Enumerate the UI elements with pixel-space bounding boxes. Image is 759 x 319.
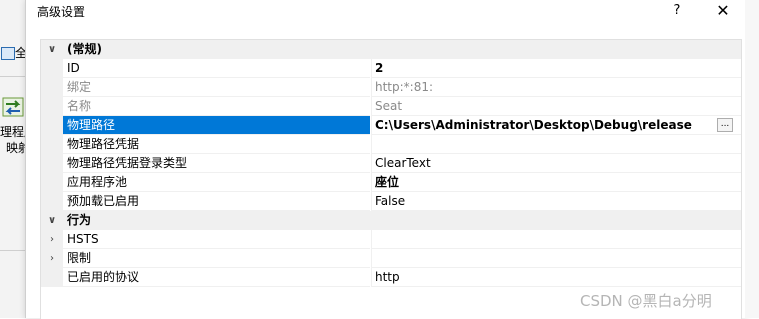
property-value-cell bbox=[371, 268, 741, 287]
physical-path-value[interactable]: C:\Users\Administrator\Desktop\Debug\rel… bbox=[375, 116, 692, 135]
chevron-down-icon[interactable]: ∨ bbox=[45, 40, 59, 59]
row-gutter bbox=[41, 154, 63, 173]
property-name: 物理路径 bbox=[67, 118, 116, 132]
property-name: 预加载已启用 bbox=[67, 194, 140, 208]
property-row-app-pool[interactable]: 应用程序池 座位 bbox=[41, 173, 741, 192]
property-name: 物理路径凭据登录类型 bbox=[67, 156, 188, 170]
property-name-cell bbox=[63, 59, 370, 78]
property-value-cell bbox=[371, 249, 741, 268]
property-name-cell bbox=[63, 97, 370, 116]
category-behavior[interactable]: ∨ 行为 bbox=[41, 211, 741, 230]
property-value-cell bbox=[371, 230, 741, 249]
property-name: ID bbox=[67, 61, 80, 75]
property-row-preload-enabled[interactable]: 预加载已启用 False bbox=[41, 192, 741, 211]
row-gutter bbox=[41, 116, 63, 135]
chevron-right-icon[interactable]: › bbox=[45, 249, 59, 268]
property-row-enabled-protocols[interactable]: 已启用的协议 http bbox=[41, 268, 741, 287]
property-grid[interactable]: ∨ (常规) ID 2 绑定 http:*:81: 名称 Seat 物理路径 C… bbox=[40, 39, 742, 319]
property-row-bindings[interactable]: 绑定 http:*:81: bbox=[41, 78, 741, 97]
property-row-logon-type[interactable]: 物理路径凭据登录类型 ClearText bbox=[41, 154, 741, 173]
category-general[interactable]: ∨ (常规) bbox=[41, 40, 741, 59]
help-button[interactable]: ? bbox=[666, 0, 688, 22]
property-name: 名称 bbox=[67, 99, 92, 113]
property-name: 绑定 bbox=[67, 80, 92, 94]
dialog-titlebar[interactable]: 高级设置 ? ✕ bbox=[26, 0, 746, 24]
property-value-cell bbox=[371, 97, 741, 116]
property-row-physical-path-credentials[interactable]: 物理路径凭据 bbox=[41, 135, 741, 154]
property-row-id[interactable]: ID 2 bbox=[41, 59, 741, 78]
property-value: 2 bbox=[375, 61, 384, 75]
background-scroll-edge bbox=[745, 0, 759, 318]
row-gutter bbox=[41, 59, 63, 78]
row-gutter bbox=[41, 173, 63, 192]
property-value: http:*:81: bbox=[375, 80, 434, 94]
property-value: 座位 bbox=[375, 175, 400, 189]
property-value-cell bbox=[371, 173, 741, 192]
property-row-physical-path[interactable]: 物理路径 C:\Users\Administrator\Desktop\Debu… bbox=[41, 116, 741, 135]
chevron-down-icon[interactable]: ∨ bbox=[45, 211, 59, 230]
property-value: ClearText bbox=[375, 156, 431, 170]
property-name: 物理路径凭据 bbox=[67, 137, 140, 151]
property-name: HSTS bbox=[67, 232, 99, 246]
property-value: False bbox=[375, 194, 406, 208]
property-name-cell bbox=[63, 249, 370, 268]
dialog-title: 高级设置 bbox=[37, 5, 86, 19]
category-label: (常规) bbox=[67, 42, 102, 56]
row-gutter bbox=[41, 78, 63, 97]
property-name-cell bbox=[63, 230, 370, 249]
close-button[interactable]: ✕ bbox=[712, 0, 734, 22]
property-name: 限制 bbox=[67, 251, 92, 265]
property-value: Seat bbox=[375, 99, 403, 113]
property-value-cell bbox=[371, 135, 741, 154]
handler-mappings-icon bbox=[2, 97, 24, 117]
document-icon bbox=[1, 47, 15, 60]
property-value: http bbox=[375, 270, 400, 284]
property-name: 应用程序池 bbox=[67, 175, 128, 189]
chevron-right-icon[interactable]: › bbox=[45, 230, 59, 249]
property-name: 已启用的协议 bbox=[67, 270, 140, 284]
row-gutter bbox=[41, 97, 63, 116]
row-gutter bbox=[41, 135, 63, 154]
property-row-name[interactable]: 名称 Seat bbox=[41, 97, 741, 116]
category-label: 行为 bbox=[67, 213, 92, 227]
watermark-text: CSDN @黑白a分明 bbox=[580, 292, 712, 310]
advanced-settings-dialog: 高级设置 ? ✕ ∨ (常规) ID 2 绑定 http:*:81: 名称 Se… bbox=[25, 0, 747, 319]
property-name-cell bbox=[63, 78, 370, 97]
property-row-hsts[interactable]: › HSTS bbox=[41, 230, 741, 249]
row-gutter bbox=[41, 192, 63, 211]
property-row-limits[interactable]: › 限制 bbox=[41, 249, 741, 268]
property-value-cell bbox=[371, 192, 741, 211]
browse-button[interactable]: ... bbox=[717, 118, 733, 132]
property-value-cell bbox=[371, 59, 741, 78]
row-gutter bbox=[41, 268, 63, 287]
